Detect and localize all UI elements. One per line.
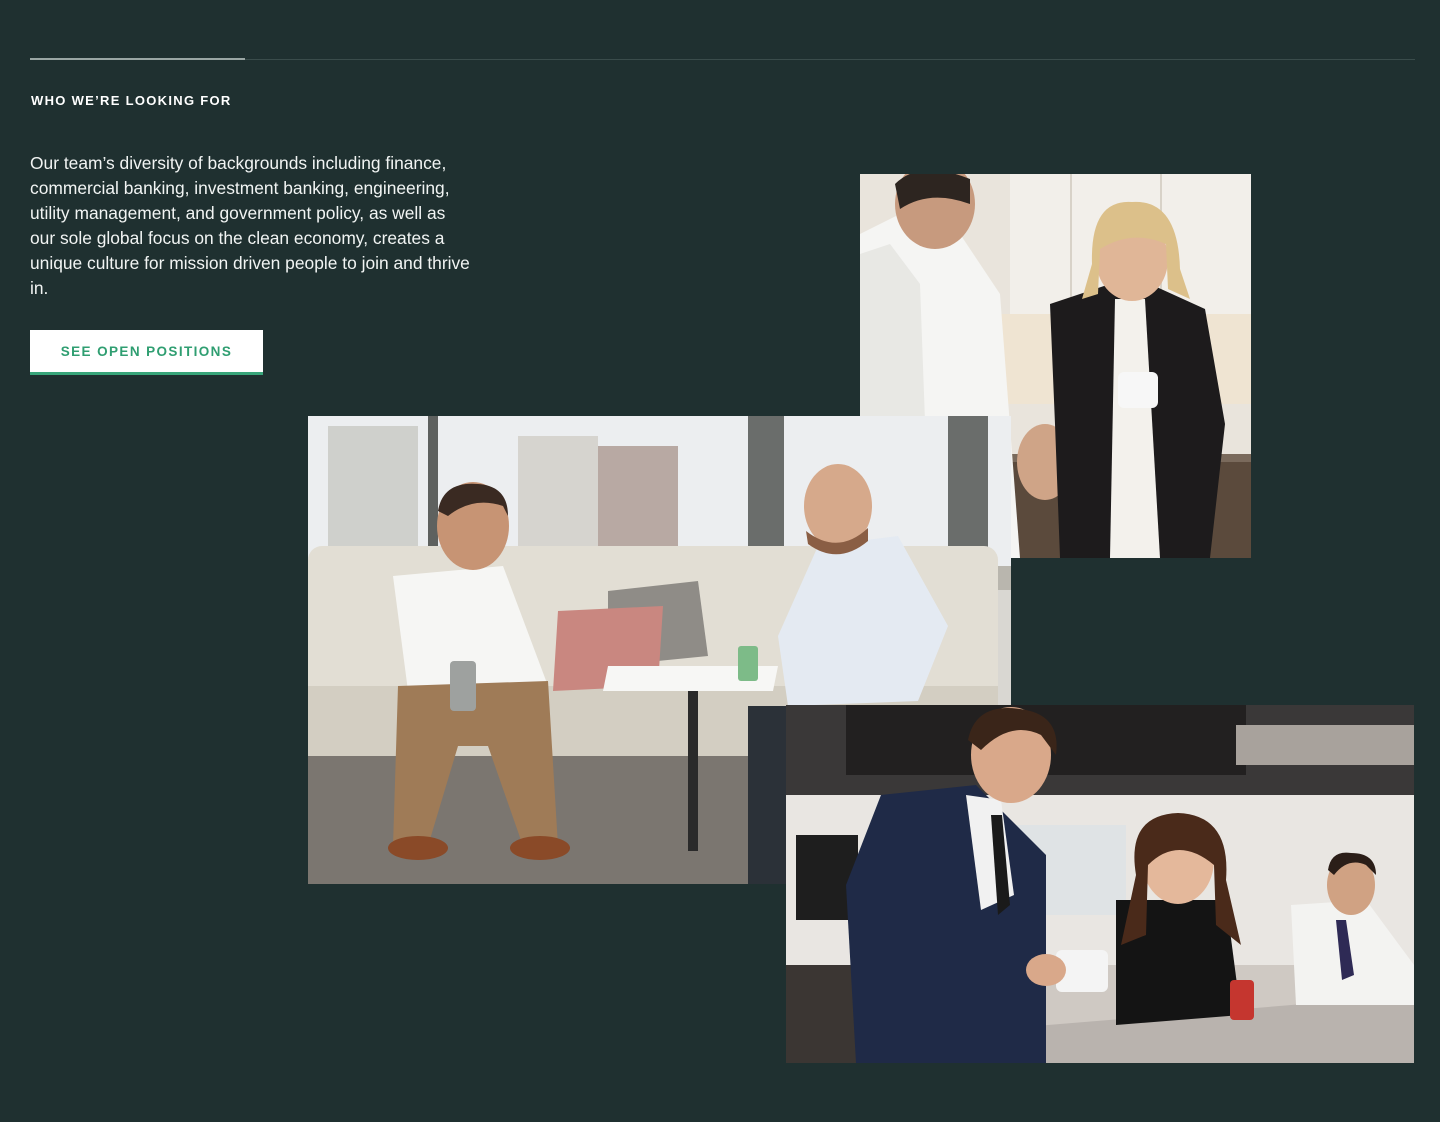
section-divider-highlight [30,58,245,60]
team-photo-break-room [786,705,1414,1063]
section-eyebrow: WHO WE’RE LOOKING FOR [31,93,232,108]
see-open-positions-button[interactable]: SEE OPEN POSITIONS [30,330,263,375]
section-body-text: Our team’s diversity of backgrounds incl… [30,153,470,298]
